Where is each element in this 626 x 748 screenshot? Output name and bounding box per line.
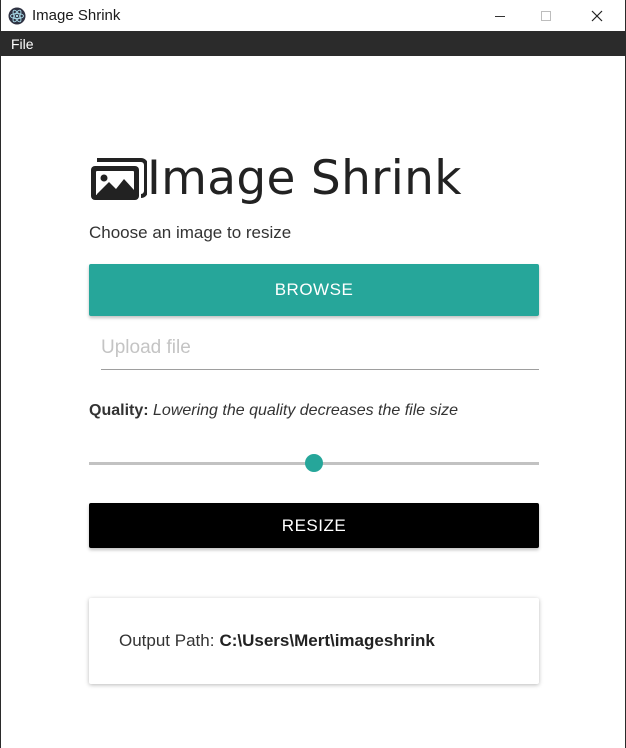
output-card: Output Path: C:\Users\Mert\imageshrink <box>89 598 539 684</box>
output-path: C:\Users\Mert\imageshrink <box>219 631 435 650</box>
close-icon <box>591 10 603 21</box>
electron-icon <box>8 7 26 25</box>
slider-thumb[interactable] <box>305 454 323 472</box>
resize-button[interactable]: RESIZE <box>89 503 539 548</box>
app-window: Image Shrink File Image Shrink Choose an… <box>0 0 626 748</box>
close-button[interactable] <box>569 0 625 31</box>
main-content: Image Shrink Choose an image to resize B… <box>1 56 625 748</box>
window-controls <box>477 0 625 31</box>
browse-button[interactable]: BROWSE <box>89 264 539 316</box>
quality-row: Quality: Lowering the quality decreases … <box>89 402 458 420</box>
heading-text: Image Shrink <box>147 150 462 206</box>
output-label: Output Path: <box>119 631 215 650</box>
window-title: Image Shrink <box>32 7 121 24</box>
page-title: Image Shrink <box>89 148 462 208</box>
title-bar[interactable]: Image Shrink <box>1 0 625 31</box>
menu-bar: File <box>1 31 625 56</box>
images-icon <box>89 154 148 202</box>
minimize-icon <box>495 15 505 17</box>
quality-slider[interactable] <box>89 452 539 476</box>
quality-label: Quality: <box>89 402 149 419</box>
minimize-button[interactable] <box>477 0 523 31</box>
maximize-icon <box>541 10 551 21</box>
maximize-button[interactable] <box>523 0 569 31</box>
quality-hint: Lowering the quality decreases the file … <box>153 402 459 419</box>
subtitle: Choose an image to resize <box>89 223 292 242</box>
upload-file-input[interactable] <box>101 326 539 370</box>
menu-item-file[interactable]: File <box>1 36 44 52</box>
